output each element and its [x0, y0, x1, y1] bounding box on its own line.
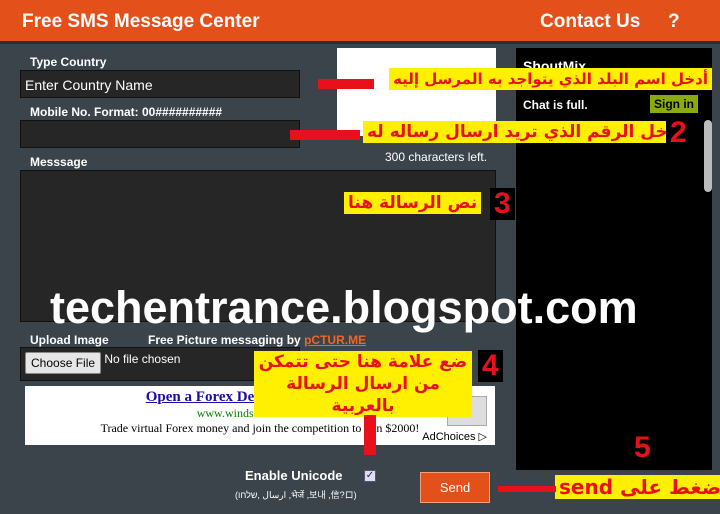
send-button[interactable]: Send	[420, 472, 490, 503]
adchoices[interactable]: AdChoices ▷	[422, 430, 487, 443]
watermark: techentrance.blogspot.com	[50, 282, 638, 333]
annotation-5-number: 5	[634, 431, 651, 464]
country-label: Type Country	[30, 55, 107, 69]
contact-us-link[interactable]: Contact Us	[540, 11, 640, 33]
app-title: Free SMS Message Center	[22, 11, 260, 32]
arrow-down-icon	[364, 415, 376, 455]
annotation-3: نص الرسالة هنا	[344, 192, 482, 214]
arrow-left-icon	[498, 486, 556, 492]
country-input[interactable]: Enter Country Name	[20, 70, 300, 98]
upload-label: Upload Image	[30, 333, 109, 347]
annotation-3-number: 3	[490, 188, 515, 220]
mobile-label: Mobile No. Format: 00##########	[30, 105, 223, 119]
header: Free SMS Message Center Contact Us ?	[0, 0, 720, 44]
pictures-text: Free Picture messaging by pCTUR.ME	[148, 333, 366, 347]
arrow-icon	[318, 79, 374, 89]
annotation-5: اضغط على send	[555, 475, 720, 499]
chat-status: Chat is full.	[523, 98, 588, 112]
mobile-input[interactable]	[20, 120, 300, 148]
annotation-4-number: 4	[478, 350, 503, 382]
annotation-2: أدخل الرقم الذي تريد ارسال رساله له	[363, 121, 687, 143]
annotation-4: ضع علامة هنا حتى تتمكن من ارسال الرسالة …	[254, 351, 472, 417]
unicode-checkbox[interactable]: ✓	[364, 470, 376, 482]
shoutmix-panel: ShoutMix Chat is full. Sign in	[516, 48, 712, 470]
annotation-2-number: 2	[666, 117, 691, 149]
adchoices-icon: ▷	[478, 431, 487, 443]
pctur-link[interactable]: pCTUR.ME	[304, 333, 366, 347]
unicode-label: Enable Unicode	[245, 468, 343, 483]
pictures-label: Free Picture messaging by	[148, 333, 301, 347]
message-label: Messsage	[30, 155, 88, 169]
adchoices-label: AdChoices	[422, 431, 476, 443]
sign-in-button[interactable]: Sign in	[650, 95, 698, 113]
chars-left: 300 characters left.	[385, 150, 488, 164]
scrollbar[interactable]	[704, 120, 712, 192]
no-file-text: No file chosen	[104, 352, 181, 366]
unicode-examples: (ارسال ,שלחו ,भेजें ,보내 ,信?ロ)	[235, 490, 357, 500]
annotation-1: أدخل اسم البلد الذي يتواجد به المرسل إلي…	[389, 68, 712, 90]
choose-file-button[interactable]: Choose File	[25, 352, 102, 374]
help-link[interactable]: ?	[668, 11, 680, 33]
arrow-icon	[290, 130, 360, 140]
